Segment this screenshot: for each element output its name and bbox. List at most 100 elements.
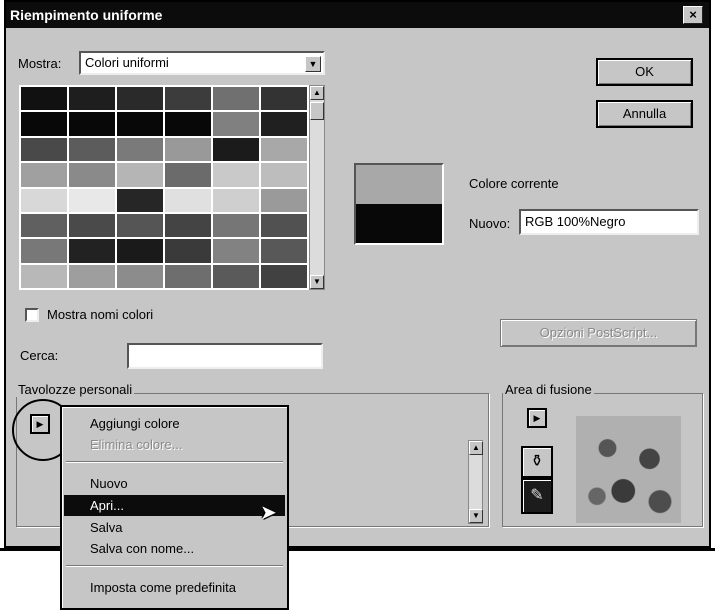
color-swatch[interactable] xyxy=(165,239,211,263)
color-swatch[interactable] xyxy=(69,188,115,212)
color-swatch[interactable] xyxy=(69,137,115,162)
old-color-swatch xyxy=(356,165,442,204)
scroll-down-icon[interactable]: ▼ xyxy=(469,509,483,523)
menu-item-save-as[interactable]: Salva con nome... xyxy=(64,538,285,559)
color-swatch[interactable] xyxy=(261,112,307,136)
color-swatch[interactable] xyxy=(117,264,163,288)
color-swatch[interactable] xyxy=(165,188,211,212)
palette-scrollbar[interactable]: ▲ ▼ xyxy=(309,85,325,290)
color-swatch[interactable] xyxy=(117,188,163,212)
color-swatch[interactable] xyxy=(21,213,67,238)
scroll-thumb[interactable] xyxy=(310,102,324,120)
color-swatch[interactable] xyxy=(69,264,115,288)
color-swatch[interactable] xyxy=(165,87,211,111)
color-swatch[interactable] xyxy=(69,239,115,263)
color-swatch[interactable] xyxy=(261,264,307,288)
mostra-label: Mostra: xyxy=(18,56,62,71)
mixer-icon: ⚱ xyxy=(530,453,544,470)
scroll-up-icon[interactable]: ▲ xyxy=(469,441,483,455)
search-label: Cerca: xyxy=(20,348,59,363)
eyedropper-button[interactable]: ✎ xyxy=(521,478,553,514)
color-swatch[interactable] xyxy=(213,239,259,263)
color-swatch[interactable] xyxy=(69,87,115,111)
scroll-up-icon[interactable]: ▲ xyxy=(310,86,324,100)
color-swatch[interactable] xyxy=(21,163,67,187)
color-swatch[interactable] xyxy=(213,213,259,238)
color-swatch[interactable] xyxy=(21,137,67,162)
blend-area-canvas[interactable] xyxy=(576,416,681,523)
color-swatch[interactable] xyxy=(117,112,163,136)
color-swatch[interactable] xyxy=(213,163,259,187)
color-swatch[interactable] xyxy=(21,87,67,111)
color-swatch[interactable] xyxy=(117,213,163,238)
color-swatch[interactable] xyxy=(117,87,163,111)
chevron-down-icon[interactable]: ▼ xyxy=(305,56,321,72)
color-swatch[interactable] xyxy=(261,213,307,238)
color-swatch[interactable] xyxy=(21,188,67,212)
mostra-select[interactable]: Colori uniformi ▼ xyxy=(79,51,325,75)
new-color-field[interactable]: RGB 100%Negro xyxy=(519,209,699,235)
menu-item-add-color[interactable]: Aggiungi colore xyxy=(64,413,285,434)
custom-palette-scrollbar[interactable]: ▲ ▼ xyxy=(468,440,483,524)
color-swatch[interactable] xyxy=(213,137,259,162)
pointer-icon: ➤ xyxy=(260,502,277,524)
scroll-down-icon[interactable]: ▼ xyxy=(310,275,324,289)
color-swatch[interactable] xyxy=(69,163,115,187)
menu-item-new[interactable]: Nuovo xyxy=(64,473,285,494)
new-color-label: Nuovo: xyxy=(469,216,511,231)
menu-item-set-default[interactable]: Imposta come predefinita xyxy=(64,577,285,598)
show-names-checkbox[interactable] xyxy=(25,308,39,322)
color-swatch[interactable] xyxy=(165,213,211,238)
color-swatch[interactable] xyxy=(261,239,307,263)
menu-item-label: Apri... xyxy=(90,498,124,513)
menu-item-label: Nuovo xyxy=(90,476,128,491)
eyedropper-icon: ✎ xyxy=(530,487,544,504)
mixer-button[interactable]: ⚱ xyxy=(521,446,553,478)
color-palette[interactable] xyxy=(19,85,309,290)
menu-item-label: Salva con nome... xyxy=(90,541,195,556)
show-names-label: Mostra nomi colori xyxy=(47,307,154,322)
color-swatch[interactable] xyxy=(261,163,307,187)
color-swatch[interactable] xyxy=(213,87,259,111)
color-swatch[interactable] xyxy=(69,213,115,238)
search-input[interactable] xyxy=(127,343,323,369)
menu-item-save[interactable]: Salva xyxy=(64,517,285,538)
color-swatch[interactable] xyxy=(117,163,163,187)
custom-palettes-label: Tavolozze personali xyxy=(16,382,135,397)
color-swatch[interactable] xyxy=(21,239,67,263)
close-button[interactable]: × xyxy=(683,6,703,24)
color-swatch[interactable] xyxy=(21,264,67,288)
color-swatch[interactable] xyxy=(117,137,163,162)
blend-area-label: Area di fusione xyxy=(503,382,594,397)
color-swatch[interactable] xyxy=(165,112,211,136)
color-swatch[interactable] xyxy=(165,163,211,187)
color-swatch[interactable] xyxy=(213,188,259,212)
color-swatch[interactable] xyxy=(261,188,307,212)
color-preview xyxy=(354,163,444,245)
color-swatch[interactable] xyxy=(117,239,163,263)
menu-item-delete-color[interactable]: Elimina colore... xyxy=(64,434,285,455)
blend-flyout-button[interactable]: ▶ xyxy=(527,408,547,428)
menu-item-label: Elimina colore... xyxy=(90,437,183,452)
color-swatch[interactable] xyxy=(69,112,115,136)
ok-button[interactable]: OK xyxy=(596,58,693,86)
postscript-options-button[interactable]: Opzioni PostScript... xyxy=(500,319,697,347)
color-swatch[interactable] xyxy=(261,87,307,111)
color-swatch[interactable] xyxy=(165,137,211,162)
color-swatch[interactable] xyxy=(213,112,259,136)
color-swatch[interactable] xyxy=(21,112,67,136)
menu-item-label: Aggiungi colore xyxy=(90,416,180,431)
color-swatch[interactable] xyxy=(165,264,211,288)
window-title: Riempimento uniforme xyxy=(10,7,163,23)
color-swatch[interactable] xyxy=(261,137,307,162)
title-bar[interactable]: Riempimento uniforme × xyxy=(6,2,709,28)
palette-context-menu: Aggiungi colore Elimina colore... Nuovo … xyxy=(60,405,289,610)
menu-item-open[interactable]: Apri... xyxy=(64,495,285,516)
mostra-select-value: Colori uniformi xyxy=(85,55,169,70)
menu-separator xyxy=(66,461,283,463)
current-color-label: Colore corrente xyxy=(469,176,559,191)
cancel-button[interactable]: Annulla xyxy=(596,100,693,128)
color-swatch[interactable] xyxy=(213,264,259,288)
new-color-swatch xyxy=(356,204,442,243)
menu-separator xyxy=(66,565,283,567)
